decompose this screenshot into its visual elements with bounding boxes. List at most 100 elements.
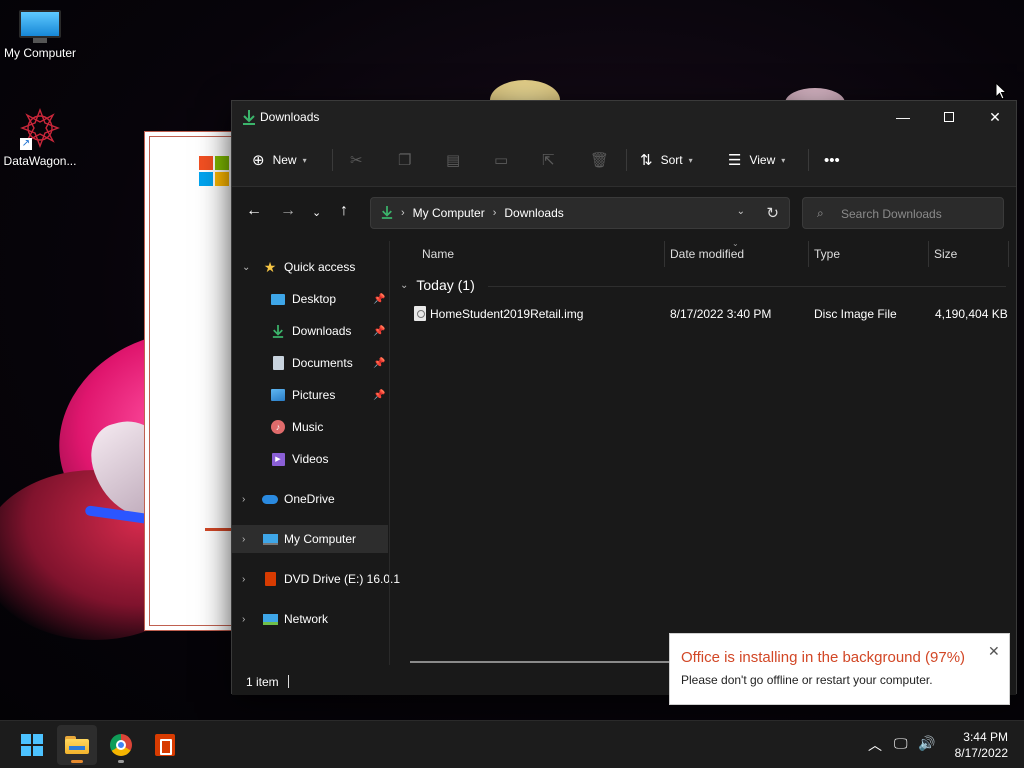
nav-dvd-drive[interactable]: › DVD Drive (E:) 16.0.1 <box>232 565 400 593</box>
taskbar-office[interactable] <box>145 725 185 765</box>
taskbar-file-explorer[interactable] <box>57 725 97 765</box>
folder-icon <box>65 736 89 754</box>
pin-icon: 📌 <box>373 357 386 369</box>
column-separator[interactable] <box>928 241 929 267</box>
file-size: 4,190,404 KB <box>935 307 1008 321</box>
expand-chevron-icon[interactable]: › <box>242 614 245 625</box>
start-button[interactable] <box>12 725 52 765</box>
view-button[interactable]: ☰ View ▾ <box>728 146 785 174</box>
star-icon: ★ <box>263 258 277 275</box>
nav-onedrive[interactable]: › OneDrive <box>232 485 388 513</box>
minimize-button[interactable]: — <box>880 101 926 133</box>
disc-image-file-icon <box>414 306 426 321</box>
address-bar[interactable]: › My Computer › Downloads ⌄ ↻ <box>370 197 790 229</box>
nav-label: Network <box>284 612 329 626</box>
datawagon-logo-icon: ↗ <box>18 106 62 150</box>
up-button[interactable]: ↑ <box>340 202 348 220</box>
column-header-size[interactable]: Size <box>934 241 957 267</box>
column-header-name[interactable]: Name <box>422 241 454 267</box>
clock[interactable]: 3:44 PM 8/17/2022 <box>946 729 1008 761</box>
office-installer-window[interactable] <box>144 131 253 631</box>
pictures-icon <box>270 387 286 403</box>
desktop-icon-datawagon[interactable]: ↗ DataWagon... <box>0 106 80 168</box>
expand-chevron-icon[interactable]: ⌄ <box>242 262 250 273</box>
search-box[interactable]: ⌕ <box>802 197 1004 229</box>
delete-button[interactable]: 🗑 <box>590 146 617 174</box>
title-bar[interactable]: Downloads — ✕ <box>232 101 1016 133</box>
notification-title: Office is installing in the background (… <box>681 649 966 666</box>
column-header-date[interactable]: Date modified <box>670 241 744 267</box>
pin-icon: 📌 <box>373 293 386 305</box>
breadcrumb-downloads[interactable]: Downloads <box>504 206 563 220</box>
search-input[interactable] <box>841 204 991 224</box>
nav-label: Videos <box>292 452 329 466</box>
chevron-down-icon: ▾ <box>302 155 307 165</box>
file-date: 8/17/2022 3:40 PM <box>670 307 772 321</box>
monitor-icon <box>262 531 278 547</box>
column-separator[interactable] <box>1008 241 1009 267</box>
nav-item-downloads[interactable]: Downloads 📌 <box>232 317 388 345</box>
address-dropdown-button[interactable]: ⌄ <box>737 206 745 217</box>
nav-item-pictures[interactable]: Pictures 📌 <box>232 381 388 409</box>
desktop-icon-label: My Computer <box>3 46 77 60</box>
running-indicator <box>118 760 124 763</box>
pane-divider[interactable] <box>389 241 390 665</box>
download-icon <box>270 323 286 339</box>
maximize-button[interactable] <box>926 101 972 133</box>
item-count: 1 item <box>246 675 279 689</box>
more-options-button[interactable]: ••• <box>824 146 848 174</box>
column-separator[interactable] <box>808 241 809 267</box>
volume-icon[interactable]: 🔊 <box>918 735 935 752</box>
file-type: Disc Image File <box>814 307 897 321</box>
paste-button[interactable]: ▤ <box>446 146 468 174</box>
search-icon: ⌕ <box>817 206 824 220</box>
nav-label: Documents <box>292 356 353 370</box>
videos-icon: ▶ <box>270 451 286 467</box>
breadcrumb-my-computer[interactable]: My Computer <box>413 206 485 220</box>
sort-button[interactable]: ⇅ Sort ▾ <box>640 146 693 174</box>
rename-button[interactable]: ▭ <box>494 146 516 174</box>
column-separator[interactable] <box>664 241 665 267</box>
network-tray-icon[interactable]: 🖵 <box>894 735 908 752</box>
nav-quick-access[interactable]: ⌄ ★ Quick access <box>232 253 388 281</box>
nav-item-desktop[interactable]: Desktop 📌 <box>232 285 388 313</box>
nav-label: DVD Drive (E:) 16.0.1 <box>284 572 401 586</box>
cloud-icon <box>262 491 278 507</box>
file-explorer-window[interactable]: Downloads — ✕ ⊕ New ▾ ✂ ❐ ▤ ▭ ⇱ 🗑 ⇅ Sort… <box>231 100 1017 695</box>
recent-locations-button[interactable]: ⌄ <box>312 206 321 219</box>
nav-item-documents[interactable]: Documents 📌 <box>232 349 388 377</box>
share-button[interactable]: ⇱ <box>542 146 563 174</box>
office-install-notification[interactable]: Office is installing in the background (… <box>669 633 1010 705</box>
running-indicator <box>71 760 83 763</box>
expand-chevron-icon[interactable]: › <box>242 494 245 505</box>
group-header-today[interactable]: ⌄ Today (1) <box>400 277 475 293</box>
nav-item-videos[interactable]: ▶ Videos <box>232 445 388 473</box>
table-row[interactable]: HomeStudent2019Retail.img 8/17/2022 3:40… <box>392 301 1012 327</box>
network-icon <box>262 611 278 627</box>
status-divider <box>288 675 289 688</box>
column-header-type[interactable]: Type <box>814 241 840 267</box>
toolbar-separator <box>808 149 809 171</box>
refresh-button[interactable]: ↻ <box>766 204 779 222</box>
horizontal-scrollbar[interactable] <box>410 661 670 663</box>
group-label: Today (1) <box>416 277 475 293</box>
close-notification-button[interactable]: ✕ <box>988 643 1000 660</box>
nav-item-music[interactable]: ♪ Music <box>232 413 388 441</box>
nav-my-computer[interactable]: › My Computer <box>232 525 388 553</box>
close-button[interactable]: ✕ <box>972 101 1018 133</box>
nav-network[interactable]: › Network <box>232 605 388 633</box>
expand-chevron-icon[interactable]: › <box>242 574 245 585</box>
command-bar: ⊕ New ▾ ✂ ❐ ▤ ▭ ⇱ 🗑 ⇅ Sort ▾ ☰ View ▾ ••… <box>232 133 1016 187</box>
cut-button[interactable]: ✂ <box>350 146 371 174</box>
show-hidden-icons-button[interactable]: ︿ <box>868 735 882 755</box>
copy-button[interactable]: ❐ <box>398 146 419 174</box>
back-button[interactable]: ← <box>246 202 262 220</box>
maximize-icon <box>944 112 954 122</box>
forward-button[interactable]: → <box>280 202 296 220</box>
chrome-icon <box>110 734 132 756</box>
view-list-icon: ☰ <box>728 152 742 169</box>
taskbar-chrome[interactable] <box>101 725 141 765</box>
new-button[interactable]: ⊕ New ▾ <box>252 146 307 174</box>
expand-chevron-icon[interactable]: › <box>242 534 245 545</box>
desktop-icon-my-computer[interactable]: My Computer <box>0 10 80 60</box>
